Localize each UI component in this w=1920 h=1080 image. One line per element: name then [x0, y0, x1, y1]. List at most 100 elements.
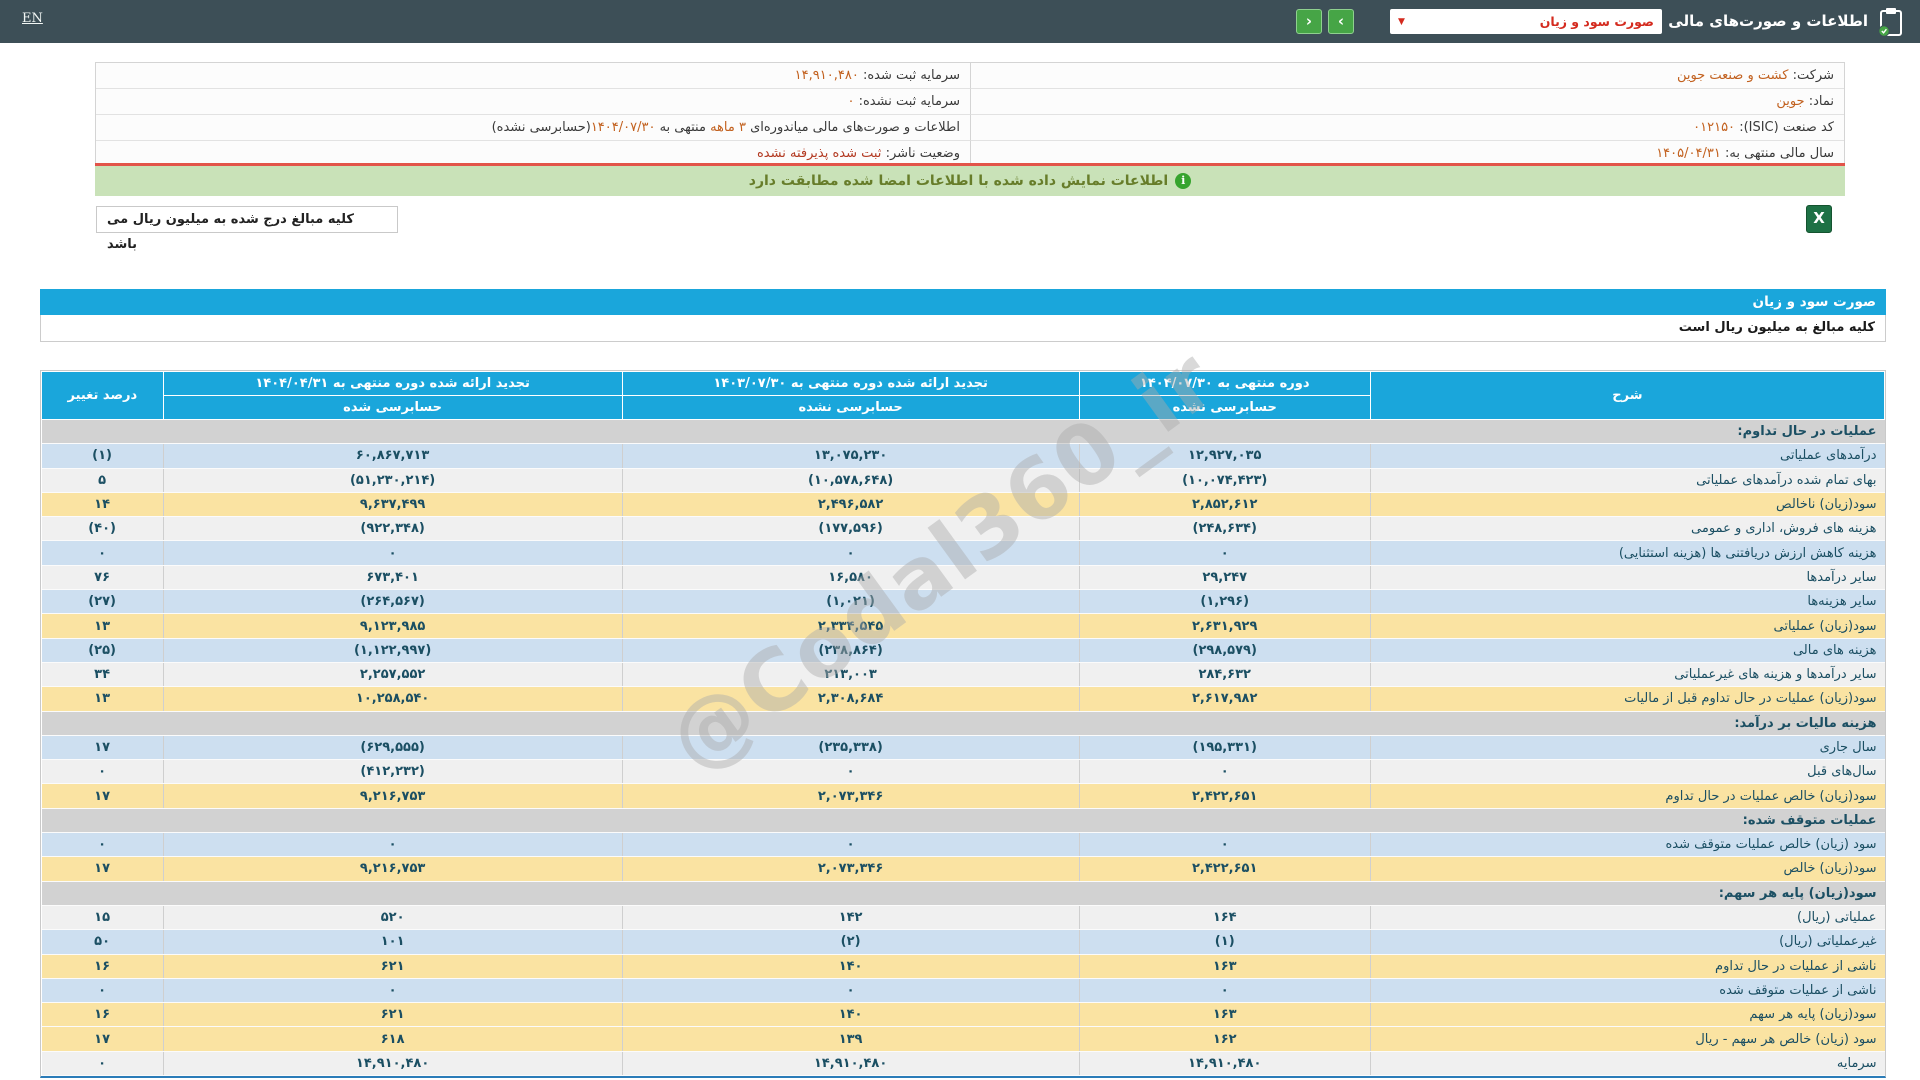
- value-current-period: ۲,۴۲۲,۶۵۱: [1078, 856, 1371, 882]
- table-row: سود(زیان) خالص عملیات در حال تداوم ۲,۴۲۲,…: [41, 783, 1885, 809]
- value-current-period: (۱۰,۰۷۴,۴۲۳): [1078, 468, 1371, 493]
- value-restated-year: ۱۴,۹۱۰,۴۸۰: [162, 1051, 623, 1077]
- period-end-date-value: ۱۴۰۴/۰۷/۳۰: [590, 120, 656, 135]
- income-statement-table: شرح دوره منتهی به ۱۴۰۴/۰۷/۳۰ تجدید ارائه…: [41, 371, 1886, 1077]
- value-restated-year: ۶۱۸: [162, 1026, 623, 1052]
- statement-title-bar: صورت سود و زیان: [40, 289, 1886, 315]
- value-restated-quarter: ۱۶,۵۸۰: [621, 565, 1080, 591]
- value-restated-year: ۰: [162, 832, 623, 858]
- table-row: ناشی از عملیات در حال تداوم ۱۶۳ ۱۴۰ ۶۲۱ ۱۶: [41, 954, 1885, 979]
- value-restated-quarter: ۱۴۰: [621, 1002, 1080, 1028]
- value-restated-year: (۹۲۲,۳۴۸): [162, 516, 623, 542]
- table-row: سایر هزینه‌ها (۱,۲۹۶) (۱,۰۲۱) (۲۶۴,۵۶۷) (۲۷): [41, 589, 1885, 615]
- value-restated-year: ۱۰,۲۵۸,۵۴۰: [162, 686, 623, 712]
- row-label: سود (زیان) خالص هر سهم - ریال: [1369, 1026, 1885, 1052]
- value-restated-quarter: ۲۱۳,۰۰۳: [621, 662, 1080, 688]
- value-change-percent: ۱۷: [41, 735, 164, 761]
- period-row: اطلاعات و صورت‌های مالی میاندوره‌ای ۳ ما…: [96, 115, 970, 141]
- publisher-status-value: ثبت شده پذیرفته نشده: [757, 146, 882, 161]
- value-restated-quarter: ۲,۳۰۸,۶۸۴: [621, 686, 1080, 712]
- fiscal-year-label: سال مالی منتهی به:: [1724, 146, 1834, 161]
- value-change-percent: ۱۵: [41, 905, 164, 931]
- row-label: سایر هزینه‌ها: [1369, 589, 1885, 615]
- row-label: سال جاری: [1369, 735, 1885, 761]
- value-change-percent: ۳۴: [41, 662, 164, 688]
- value-current-period: ۲,۶۳۱,۹۲۹: [1078, 613, 1371, 639]
- section-row: هزینه مالیات بر درآمد:: [41, 711, 1885, 736]
- table-row: هزینه های فروش، اداری و عمومی (۲۴۸,۶۳۴) (۱…: [41, 516, 1885, 542]
- value-restated-year: ۶۷۳,۴۰۱: [162, 565, 623, 591]
- row-label: ناشی از عملیات در حال تداوم: [1369, 954, 1885, 979]
- row-label: سایر درآمدها: [1369, 565, 1885, 591]
- report-type-select[interactable]: صورت سود و زیان ▼: [1390, 9, 1662, 34]
- value-restated-quarter: (۱,۰۲۱): [621, 589, 1080, 615]
- value-restated-year: ۲,۲۵۷,۵۵۲: [162, 662, 623, 688]
- period-length-value: ۳ ماهه: [710, 120, 746, 135]
- value-current-period: (۲۹۸,۵۷۹): [1078, 638, 1371, 663]
- table-row: سود(زیان) پایه هر سهم ۱۶۳ ۱۴۰ ۶۲۱ ۱۶: [41, 1002, 1885, 1028]
- export-excel-button[interactable]: X: [1806, 205, 1832, 233]
- symbol-label: نماد:: [1808, 94, 1834, 109]
- value-current-period: ۰: [1078, 978, 1371, 1004]
- registered-capital-value: ۱۴,۹۱۰,۴۸۰: [794, 68, 859, 83]
- next-report-button[interactable]: ›: [1328, 9, 1354, 34]
- value-current-period: (۱): [1078, 929, 1371, 955]
- value-restated-quarter: ۲,۰۷۳,۳۴۶: [621, 856, 1080, 882]
- row-label: غیرعملیاتی (ریال): [1369, 929, 1885, 955]
- value-restated-year: ۰: [162, 978, 623, 1004]
- value-current-period: ۰: [1078, 759, 1371, 785]
- value-restated-year: ۶۰,۸۶۷,۷۱۳: [162, 443, 623, 469]
- value-restated-year: ۵۲۰: [162, 905, 623, 931]
- col-subheader-current-audit: حسابرسی نشده: [1078, 395, 1371, 420]
- value-change-percent: ۱۷: [41, 1026, 164, 1052]
- table-row: ناشی از عملیات متوقف شده ۰ ۰ ۰ ۰: [41, 978, 1885, 1004]
- report-select-value: صورت سود و زیان: [1539, 14, 1654, 29]
- notice-text: اطلاعات نمایش داده شده با اطلاعات امضا ش…: [748, 173, 1169, 189]
- value-current-period: ۲,۶۱۷,۹۸۲: [1078, 686, 1371, 712]
- value-restated-year: ۶۲۱: [162, 1002, 623, 1028]
- value-current-period: ۱۶۳: [1078, 954, 1371, 979]
- row-label: ناشی از عملیات متوقف شده: [1369, 978, 1885, 1004]
- value-restated-year: ۹,۲۱۶,۷۵۳: [162, 856, 623, 882]
- section-label: عملیات متوقف شده:: [41, 808, 1885, 834]
- previous-report-button[interactable]: ‹: [1296, 9, 1322, 34]
- table-row: سود(زیان) عملیات در حال تداوم قبل از مال…: [41, 686, 1885, 712]
- value-current-period: ۲۹,۲۴۷: [1078, 565, 1371, 591]
- value-change-percent: ۵: [41, 468, 164, 493]
- row-label: درآمدهای عملیاتی: [1369, 443, 1885, 469]
- value-restated-year: (۶۲۹,۵۵۵): [162, 735, 623, 761]
- row-label: سال‌های قبل: [1369, 759, 1885, 785]
- value-restated-year: ۹,۶۳۷,۴۹۹: [162, 492, 623, 518]
- value-restated-year: ۹,۲۱۶,۷۵۳: [162, 783, 623, 809]
- value-current-period: ۱۶۳: [1078, 1002, 1371, 1028]
- fiscal-year-value: ۱۴۰۵/۰۴/۳۱: [1656, 146, 1721, 161]
- value-change-percent: ۱۳: [41, 686, 164, 712]
- section-label: هزینه مالیات بر درآمد:: [41, 711, 1885, 736]
- page: { "topbar": { "en_label": "EN", "title":…: [0, 0, 1920, 1080]
- table-row: هزینه کاهش ارزش دریافتنی ها (هزینه استثن…: [41, 540, 1885, 566]
- row-label: سرمایه: [1369, 1051, 1885, 1077]
- row-label: عملیاتی (ریال): [1369, 905, 1885, 931]
- unregistered-capital-label: سرمایه ثبت نشده:: [858, 94, 960, 109]
- col-subheader-quarter-audit: حسابرسی نشده: [621, 395, 1080, 420]
- language-switch-link[interactable]: EN: [22, 11, 43, 26]
- units-note-box: کلیه مبالغ درج شده به میلیون ریال می باش…: [96, 206, 398, 252]
- value-restated-year: ۱۰۱: [162, 929, 623, 955]
- table-row: سایر درآمدها و هزینه های غیرعملیاتی ۲۸۴,۶…: [41, 662, 1885, 688]
- col-subheader-year-audit: حسابرسی شده: [162, 395, 623, 420]
- statement-header: شرح دوره منتهی به ۱۴۰۴/۰۷/۳۰ تجدید ارائه…: [41, 371, 1886, 420]
- value-change-percent: ۰: [41, 978, 164, 1004]
- company-label: شرکت:: [1792, 68, 1834, 83]
- value-restated-quarter: (۱۰,۵۷۸,۶۴۸): [621, 468, 1080, 493]
- value-restated-year: (۱,۱۲۲,۹۹۷): [162, 638, 623, 663]
- table-row: سود(زیان) ناخالص ۲,۸۵۲,۶۱۲ ۲,۴۹۶,۵۸۲ ۹,۶۳۷,…: [41, 492, 1885, 518]
- value-current-period: ۰: [1078, 832, 1371, 858]
- value-current-period: (۲۴۸,۶۳۴): [1078, 516, 1371, 542]
- section-row: سود(زیان) پایه هر سهم:: [41, 881, 1885, 906]
- clipboard-icon: [1878, 7, 1904, 37]
- table-row: غیرعملیاتی (ریال) (۱) (۲) ۱۰۱ ۵۰: [41, 929, 1885, 955]
- value-restated-quarter: ۱۳,۰۷۵,۲۳۰: [621, 443, 1080, 469]
- isic-value: ۰۱۲۱۵۰: [1693, 120, 1736, 135]
- row-label: سود (زیان) خالص عملیات متوقف شده: [1369, 832, 1885, 858]
- row-label: سود(زیان) ناخالص: [1369, 492, 1885, 518]
